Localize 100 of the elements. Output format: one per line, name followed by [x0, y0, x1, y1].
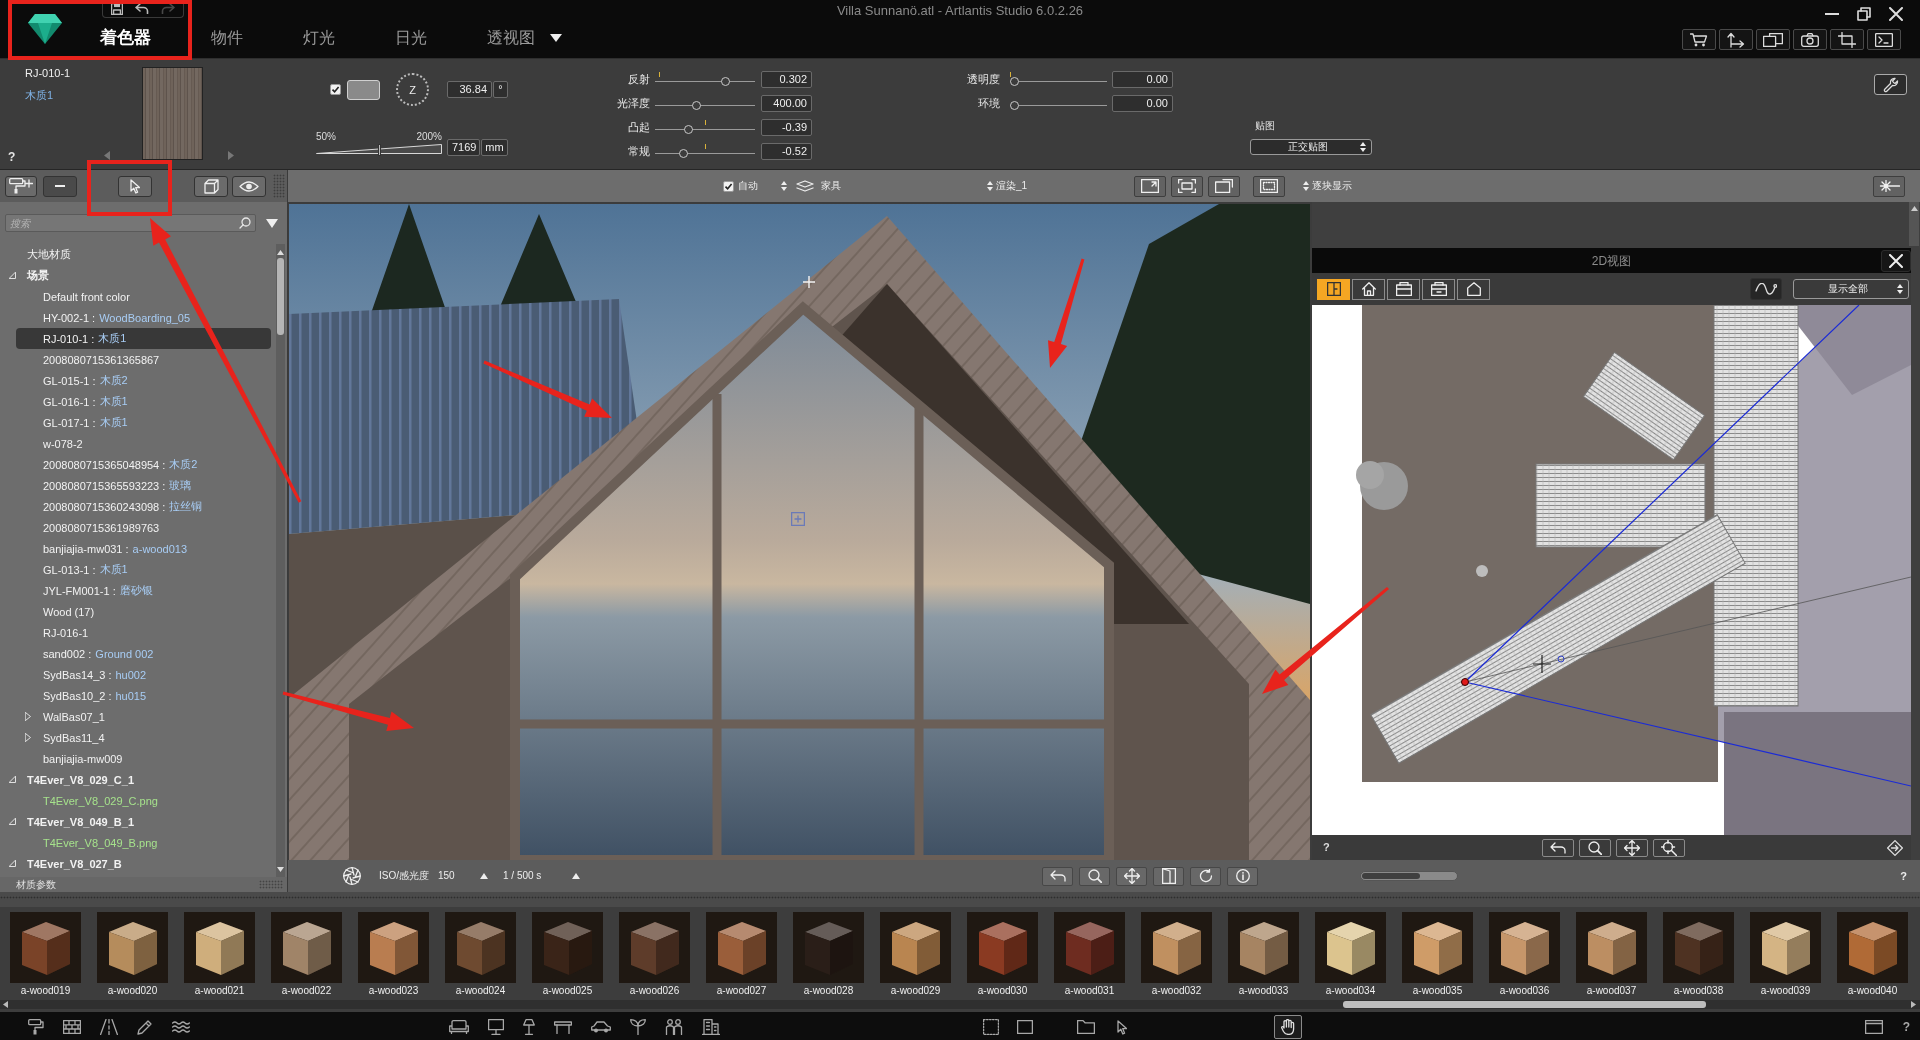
people-icon[interactable] — [665, 1019, 683, 1035]
scroll-up-icon[interactable] — [1910, 206, 1918, 211]
tree-item[interactable]: T4Ever_V8_029_C.png — [16, 790, 271, 811]
material-tile[interactable]: a-wood021 — [184, 912, 255, 997]
color-swatch[interactable] — [347, 79, 380, 100]
material-tile[interactable]: a-wood031 — [1054, 912, 1125, 997]
triangle-down-icon[interactable] — [266, 218, 278, 228]
tree-item[interactable]: 大地材质 — [2, 244, 271, 265]
tree-item[interactable]: Wood (17) — [16, 601, 271, 622]
iso-value[interactable]: 150 — [438, 870, 480, 882]
toolbar-button[interactable] — [1867, 29, 1901, 50]
tree-item[interactable]: SydBas14_3 : hu002 — [16, 664, 271, 685]
scroll-left-icon[interactable] — [3, 1001, 8, 1008]
material-tile[interactable]: a-wood026 — [619, 912, 690, 997]
tree-item[interactable]: 2008080715361989763 — [16, 517, 271, 538]
material-tile[interactable]: a-wood028 — [793, 912, 864, 997]
triangle-up-icon[interactable] — [480, 873, 488, 879]
resize-grip[interactable] — [259, 880, 283, 889]
paint-roller-icon[interactable] — [28, 1019, 44, 1035]
select-button[interactable] — [118, 175, 152, 197]
light-button[interactable] — [1873, 175, 1905, 197]
tree-item[interactable]: 2008080715361365867 — [16, 349, 271, 370]
pen-icon[interactable] — [137, 1019, 153, 1035]
tab[interactable]: 着色器 — [90, 28, 161, 48]
expand-caret-icon[interactable] — [9, 818, 16, 825]
value-field[interactable]: -0.39 — [761, 118, 812, 136]
aperture-icon[interactable] — [343, 867, 361, 885]
value-field[interactable]: 0.302 — [761, 70, 812, 88]
scale-slider-track[interactable] — [316, 144, 442, 156]
lamp-icon[interactable] — [523, 1019, 535, 1035]
value-field[interactable]: 0.00 — [1112, 70, 1173, 88]
slider-track[interactable] — [1010, 72, 1107, 86]
toolbar-button[interactable] — [1756, 29, 1790, 50]
view-tool-button[interactable] — [1171, 175, 1203, 197]
view-tool-button[interactable] — [1116, 866, 1147, 886]
material-tile[interactable]: a-wood034 — [1315, 912, 1386, 997]
layer-dropdown[interactable]: 家具 — [781, 180, 841, 192]
tree-item[interactable]: RJ-016-1 — [16, 622, 271, 643]
toolbar-button[interactable] — [1682, 29, 1716, 50]
material-tile[interactable]: a-wood023 — [358, 912, 429, 997]
scrollbar-thumb[interactable] — [277, 258, 284, 335]
filter-dropdown[interactable]: 显示全部 — [1793, 279, 1909, 299]
checkbox[interactable] — [723, 180, 734, 192]
checkbox[interactable] — [330, 84, 341, 95]
view-tool-button[interactable] — [1134, 175, 1166, 197]
tab[interactable]: 透视图 — [477, 28, 545, 48]
tree-item[interactable]: GL-017-1 : 木质1 — [16, 412, 271, 433]
shutter-value[interactable]: 1 / 500 s — [503, 870, 572, 882]
waves-icon[interactable] — [172, 1021, 190, 1033]
close-icon[interactable] — [1889, 7, 1903, 21]
slider-track[interactable] — [655, 72, 755, 86]
triangle-left-icon[interactable] — [104, 151, 110, 160]
expand-caret-icon[interactable] — [9, 272, 16, 279]
triangle-right-icon[interactable] — [228, 151, 234, 160]
brick-wall-icon[interactable] — [63, 1020, 81, 1034]
toolbar-button[interactable] — [1793, 29, 1827, 50]
slider-track[interactable] — [655, 144, 755, 158]
curve-button[interactable] — [1750, 278, 1782, 300]
car-icon[interactable] — [591, 1021, 611, 1033]
tree-item[interactable]: banjiajia-mw031 : a-wood013 — [16, 538, 271, 559]
material-tile[interactable]: a-wood025 — [532, 912, 603, 997]
plant-icon[interactable] — [630, 1019, 646, 1035]
tree-item[interactable]: T4Ever_V8_029_C_1 — [2, 769, 271, 790]
triangle-up-icon[interactable] — [572, 873, 580, 879]
tree-item[interactable]: WalBas07_1 — [16, 706, 271, 727]
view-tool-button[interactable] — [1253, 175, 1285, 197]
material-tile[interactable]: a-wood037 — [1576, 912, 1647, 997]
rotation-dial[interactable]: Z — [396, 73, 429, 106]
material-tile[interactable]: a-wood022 — [271, 912, 342, 997]
view-tool-button[interactable] — [1208, 175, 1240, 197]
view-button[interactable] — [1352, 278, 1385, 300]
material-tile[interactable]: a-wood040 — [1837, 912, 1908, 997]
help-button[interactable]: ? — [1323, 841, 1330, 854]
plan-tool-button[interactable] — [1615, 838, 1648, 857]
road-icon[interactable] — [100, 1019, 118, 1035]
plan-tool-button[interactable] — [1578, 838, 1611, 857]
material-tile[interactable]: a-wood035 — [1402, 912, 1473, 997]
expand-caret-icon[interactable] — [25, 712, 31, 721]
display-dropdown[interactable]: 逐块显示 — [1303, 180, 1352, 192]
toolbar-button[interactable] — [1719, 29, 1753, 50]
view-tool-button[interactable] — [1042, 866, 1073, 886]
sofa-icon[interactable] — [449, 1020, 469, 1034]
view-tool-button[interactable] — [1190, 866, 1221, 886]
roller-button[interactable] — [5, 175, 37, 197]
remove-button[interactable] — [43, 175, 77, 197]
tree-item[interactable]: 2008080715365593223 : 玻璃 — [16, 475, 271, 496]
tree-item[interactable]: RJ-010-1 : 木质1 — [16, 328, 271, 349]
tree-item[interactable]: HY-002-1 : WoodBoarding_05 — [16, 307, 271, 328]
scroll-down-icon[interactable] — [277, 867, 284, 872]
material-tile[interactable]: a-wood038 — [1663, 912, 1734, 997]
tree-item[interactable]: banjiajia-mw009 — [16, 748, 271, 769]
caret-down-icon[interactable] — [550, 34, 562, 42]
material-tile[interactable]: a-wood019 — [10, 912, 81, 997]
visibility-button[interactable] — [232, 175, 266, 197]
tool-button[interactable] — [1274, 1015, 1302, 1039]
tab[interactable]: 日光 — [385, 28, 437, 48]
tree-item[interactable]: 2008080715365048954 : 木质2 — [16, 454, 271, 475]
tree-item[interactable]: T4Ever_V8_027_B — [2, 853, 271, 874]
material-tile[interactable]: a-wood032 — [1141, 912, 1212, 997]
help-button[interactable]: ? — [1900, 869, 1907, 883]
